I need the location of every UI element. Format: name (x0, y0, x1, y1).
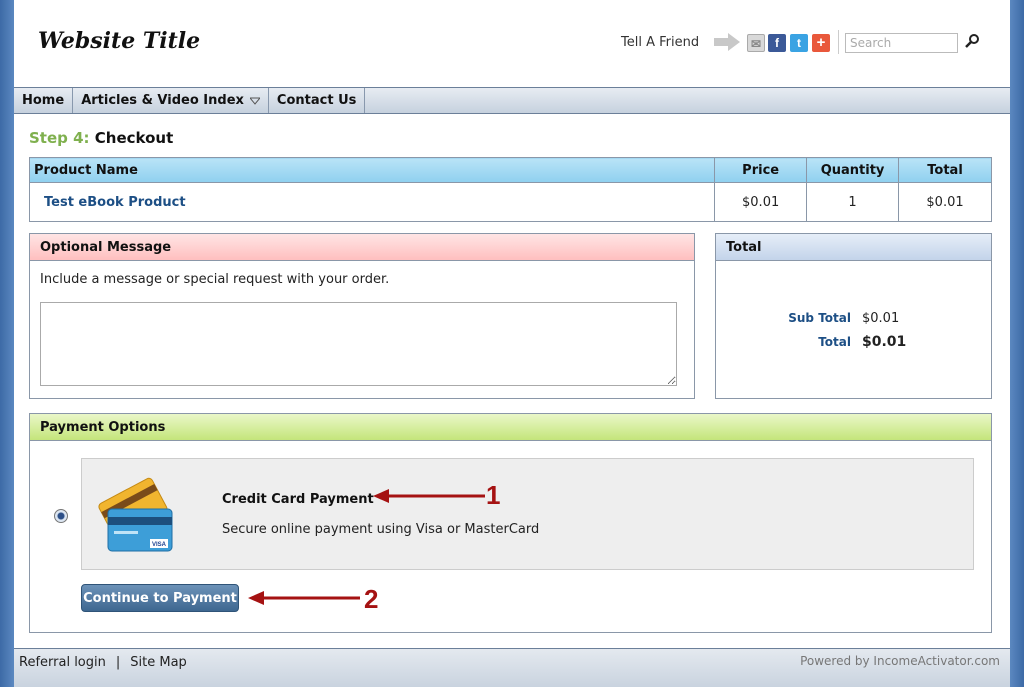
total-panel: Total Sub Total $0.01 Total $0.01 (715, 233, 992, 399)
site-footer: Referral login | Site Map Powered by Incom… (14, 648, 1010, 687)
arrow-right-icon (714, 33, 740, 51)
annotation-arrow-2 (248, 591, 360, 605)
email-share-icon[interactable]: ✉ (747, 34, 765, 52)
step-name: Checkout (94, 129, 174, 147)
column-header-quantity: Quantity (806, 157, 900, 183)
sub-total-value: $0.01 (862, 311, 900, 326)
product-table: Product Name Price Quantity Total Test e… (28, 157, 992, 222)
optional-message-title: Optional Message (30, 234, 694, 261)
page: Website Title Tell A Friend ✉ f t + Home… (14, 0, 1010, 687)
column-header-price: Price (714, 157, 808, 183)
main-nav: Home Articles & Video Index Contact Us (14, 87, 1010, 114)
total-panel-title: Total (716, 234, 991, 261)
table-row: Test eBook Product $0.01 1 $0.01 (28, 182, 992, 222)
site-header: Website Title Tell A Friend ✉ f t + (14, 0, 1010, 87)
optional-message-panel: Optional Message Include a message or sp… (29, 233, 695, 399)
card-brand-label: VISA (152, 542, 167, 548)
table-header-row: Product Name Price Quantity Total (28, 157, 992, 183)
payment-options-title: Payment Options (30, 414, 991, 441)
step-number: Step 4: (29, 129, 90, 147)
add-share-icon[interactable]: + (812, 34, 830, 52)
search-input[interactable] (845, 33, 958, 53)
payment-options-panel: Payment Options VISA Credit Card Payment… (29, 413, 992, 633)
message-textarea[interactable] (40, 302, 677, 386)
nav-item-contact[interactable]: Contact Us (269, 88, 366, 113)
credit-card-payment-title: Credit Card Payment (222, 492, 374, 507)
sub-total-label: Sub Total (788, 311, 851, 325)
total-value: $0.01 (862, 334, 907, 350)
continue-to-payment-button[interactable]: Continue to Payment (81, 584, 239, 612)
column-header-product: Product Name (28, 157, 716, 183)
nav-item-home[interactable]: Home (14, 88, 74, 113)
annotation-number-1: 1 (486, 480, 501, 510)
footer-links: Referral login | Site Map (19, 655, 187, 670)
footer-separator: | (115, 655, 121, 670)
product-quantity: 1 (806, 182, 900, 222)
credit-card-icon: VISA (98, 477, 173, 552)
tell-a-friend-label: Tell A Friend (621, 35, 700, 50)
header-divider (838, 30, 839, 54)
powered-by-link[interactable]: Powered by IncomeActivator.com (800, 654, 1000, 668)
credit-card-radio[interactable] (54, 509, 68, 523)
page-title: Step 4: Checkout (29, 129, 173, 147)
credit-card-option[interactable]: VISA Credit Card Payment Secure online p… (81, 458, 974, 570)
chevron-down-icon (249, 97, 260, 105)
total-label: Total (818, 335, 851, 349)
annotation-number-2: 2 (364, 584, 379, 614)
product-total: $0.01 (898, 182, 992, 222)
twitter-share-icon[interactable]: t (790, 34, 808, 52)
message-instructions: Include a message or special request wit… (40, 272, 390, 287)
facebook-share-icon[interactable]: f (768, 34, 786, 52)
search-icon[interactable] (964, 33, 980, 49)
product-name-link[interactable]: Test eBook Product (28, 182, 716, 222)
site-title[interactable]: Website Title (38, 28, 200, 54)
nav-item-articles-label: Articles & Video Index (81, 93, 244, 108)
column-header-total: Total (898, 157, 992, 183)
referral-login-link[interactable]: Referral login (19, 655, 106, 670)
annotation-arrow-1 (373, 489, 485, 503)
product-price: $0.01 (714, 182, 808, 222)
site-map-link[interactable]: Site Map (130, 655, 187, 670)
credit-card-payment-description: Secure online payment using Visa or Mast… (222, 522, 540, 537)
nav-item-articles[interactable]: Articles & Video Index (73, 88, 269, 113)
